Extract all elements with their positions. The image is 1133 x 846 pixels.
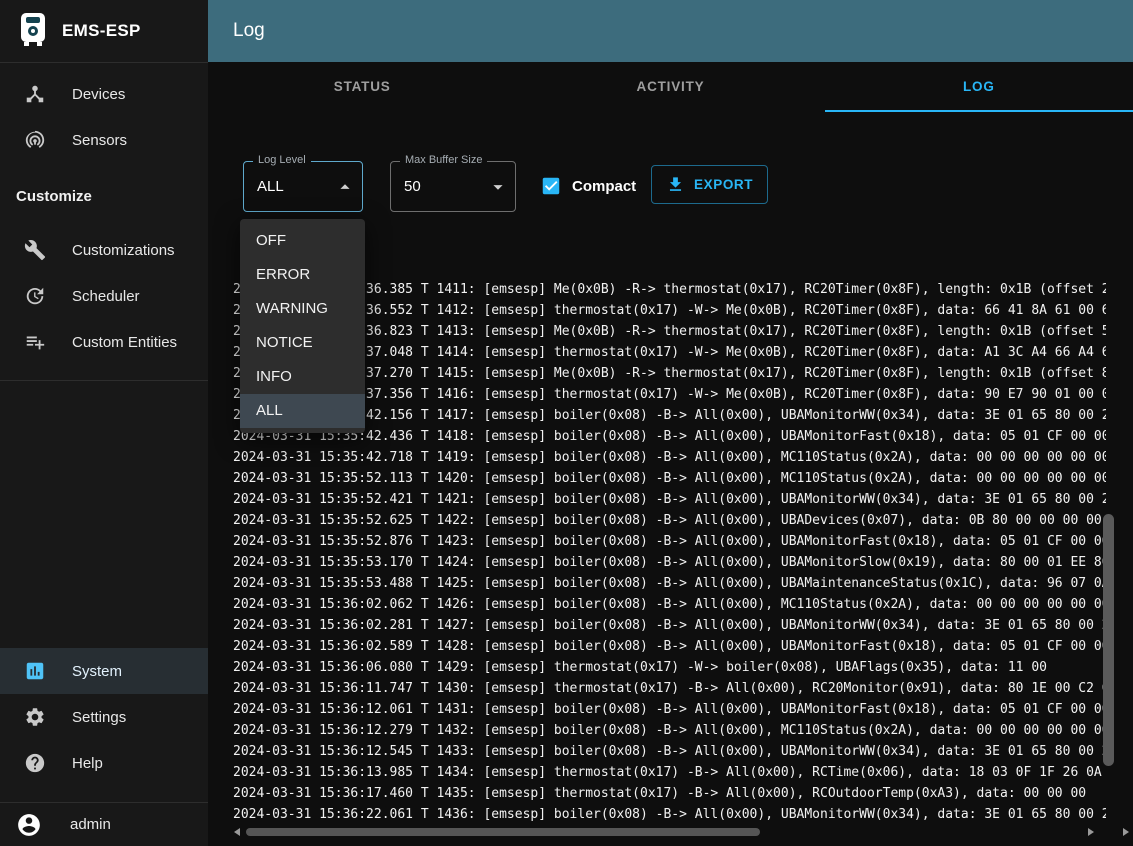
sidebar-nav-top: Devices Sensors [0, 63, 208, 163]
appbar: Log [208, 0, 1133, 62]
compact-checkbox[interactable]: Compact [540, 168, 636, 204]
gear-icon [24, 706, 46, 728]
tab-status[interactable]: STATUS [208, 62, 516, 112]
sidebar-item-settings[interactable]: Settings [0, 694, 208, 740]
sidebar-item-system[interactable]: System [0, 648, 208, 694]
sidebar-item-label: Scheduler [72, 288, 140, 305]
clock-update-icon [24, 285, 46, 307]
sidebar-header: EMS-ESP [0, 0, 208, 62]
log-line: 2024-03-31 15:35:53.488 T 1425: [emsesp]… [233, 573, 1106, 594]
sidebar-item-label: System [72, 663, 122, 680]
help-icon [24, 752, 46, 774]
log-line: 2024-03-31 15:35:52.113 T 1420: [emsesp]… [233, 468, 1106, 489]
log-line: 2024-03-31 15:36:12.061 T 1431: [emsesp]… [233, 699, 1106, 720]
wrench-icon [24, 239, 46, 261]
log-line: 2024-03-31 15:35:53.170 T 1424: [emsesp]… [233, 552, 1106, 573]
menu-item-notice[interactable]: NOTICE [240, 326, 365, 360]
system-chart-icon [24, 660, 46, 682]
customize-section-label: Customize [16, 187, 208, 207]
download-icon [666, 175, 685, 194]
log-line: 2024-03-31 15:36:02.589 T 1428: [emsesp]… [233, 636, 1106, 657]
page-title: Log [233, 20, 265, 42]
log-line: 2024-03-31 15:36:22.061 T 1436: [emsesp]… [233, 804, 1106, 825]
compact-label: Compact [572, 178, 636, 195]
log-line: 2024-03-31 15:36:11.747 T 1430: [emsesp]… [233, 678, 1106, 699]
sidebar-item-help[interactable]: Help [0, 740, 208, 786]
max-buffer-size-label: Max Buffer Size [400, 154, 487, 166]
chevron-down-icon [487, 176, 509, 198]
sensors-icon [24, 129, 46, 151]
user-menu[interactable]: admin [0, 803, 208, 846]
log-line: 2024-03-31 15:35:52.625 T 1422: [emsesp]… [233, 510, 1106, 531]
sidebar-item-label: Settings [72, 709, 126, 726]
max-buffer-size-select[interactable]: Max Buffer Size 50 [390, 161, 516, 212]
devices-icon [24, 83, 46, 105]
scroll-left-arrow-icon[interactable] [234, 828, 240, 836]
scroll-right-arrow-icon[interactable] [1123, 828, 1129, 836]
log-level-menu: OFF ERROR WARNING NOTICE INFO ALL [240, 219, 365, 433]
log-line: 2024-03-31 15:36:12.545 T 1433: [emsesp]… [233, 741, 1106, 762]
log-level-value: ALL [257, 178, 284, 195]
ems-esp-logo-icon [20, 12, 46, 51]
app-title: EMS-ESP [62, 21, 141, 41]
log-line: 2024-03-31 15:35:52.421 T 1421: [emsesp]… [233, 489, 1106, 510]
vertical-scrollbar-thumb[interactable] [1103, 514, 1114, 766]
log-line: 2024-03-31 15:36:06.080 T 1429: [emsesp]… [233, 657, 1106, 678]
menu-item-info[interactable]: INFO [240, 360, 365, 394]
log-line: 2024-03-31 15:36:12.279 T 1432: [emsesp]… [233, 720, 1106, 741]
sidebar-nav-customize: Customizations Scheduler Custom Entities [0, 207, 208, 365]
menu-item-warning[interactable]: WARNING [240, 292, 365, 326]
log-line: 2024-03-31 15:35:52.876 T 1423: [emsesp]… [233, 531, 1106, 552]
sidebar-item-customizations[interactable]: Customizations [0, 227, 208, 273]
export-label: EXPORT [694, 177, 753, 192]
tab-bar: STATUS ACTIVITY LOG [208, 62, 1133, 112]
checkbox-checked-icon [540, 175, 562, 197]
username-label: admin [70, 816, 111, 833]
account-circle-icon [16, 812, 42, 838]
sidebar-item-label: Customizations [72, 242, 175, 259]
tab-activity[interactable]: ACTIVITY [516, 62, 824, 112]
scroll-right-arrow-icon[interactable] [1088, 828, 1094, 836]
log-line: 2024-03-31 15:36:02.062 T 1426: [emsesp]… [233, 594, 1106, 615]
sidebar-item-label: Devices [72, 86, 125, 103]
sidebar-item-custom-entities[interactable]: Custom Entities [0, 319, 208, 365]
menu-item-all[interactable]: ALL [240, 394, 365, 428]
sidebar-item-devices[interactable]: Devices [0, 71, 208, 117]
log-line: 2024-03-31 15:36:13.985 T 1434: [emsesp]… [233, 762, 1106, 783]
log-line: 2024-03-31 15:35:42.718 T 1419: [emsesp]… [233, 447, 1106, 468]
export-button[interactable]: EXPORT [651, 165, 768, 204]
horizontal-scrollbar-thumb[interactable] [246, 828, 760, 836]
tab-log[interactable]: LOG [825, 62, 1133, 112]
sidebar-spacer [0, 381, 208, 640]
playlist-add-icon [24, 331, 46, 353]
log-line: 2024-03-31 15:36:02.281 T 1427: [emsesp]… [233, 615, 1106, 636]
app-root: EMS-ESP Devices Sensors Customize [0, 0, 1133, 846]
sidebar-item-label: Help [72, 755, 103, 772]
main-area: Log STATUS ACTIVITY LOG Log Level ALL Ma… [208, 0, 1133, 846]
sidebar: EMS-ESP Devices Sensors Customize [0, 0, 208, 846]
sidebar-item-label: Custom Entities [72, 334, 177, 351]
sidebar-item-sensors[interactable]: Sensors [0, 117, 208, 163]
log-level-label: Log Level [253, 154, 311, 166]
max-buffer-size-value: 50 [404, 178, 421, 195]
sidebar-item-label: Sensors [72, 132, 127, 149]
menu-item-error[interactable]: ERROR [240, 258, 365, 292]
menu-item-off[interactable]: OFF [240, 224, 365, 258]
log-line: 2024-03-31 15:36:17.460 T 1435: [emsesp]… [233, 783, 1106, 804]
chevron-up-icon [334, 176, 356, 198]
sidebar-nav-bottom: System Settings Help [0, 640, 208, 802]
log-level-select[interactable]: Log Level ALL [243, 161, 363, 212]
sidebar-item-scheduler[interactable]: Scheduler [0, 273, 208, 319]
